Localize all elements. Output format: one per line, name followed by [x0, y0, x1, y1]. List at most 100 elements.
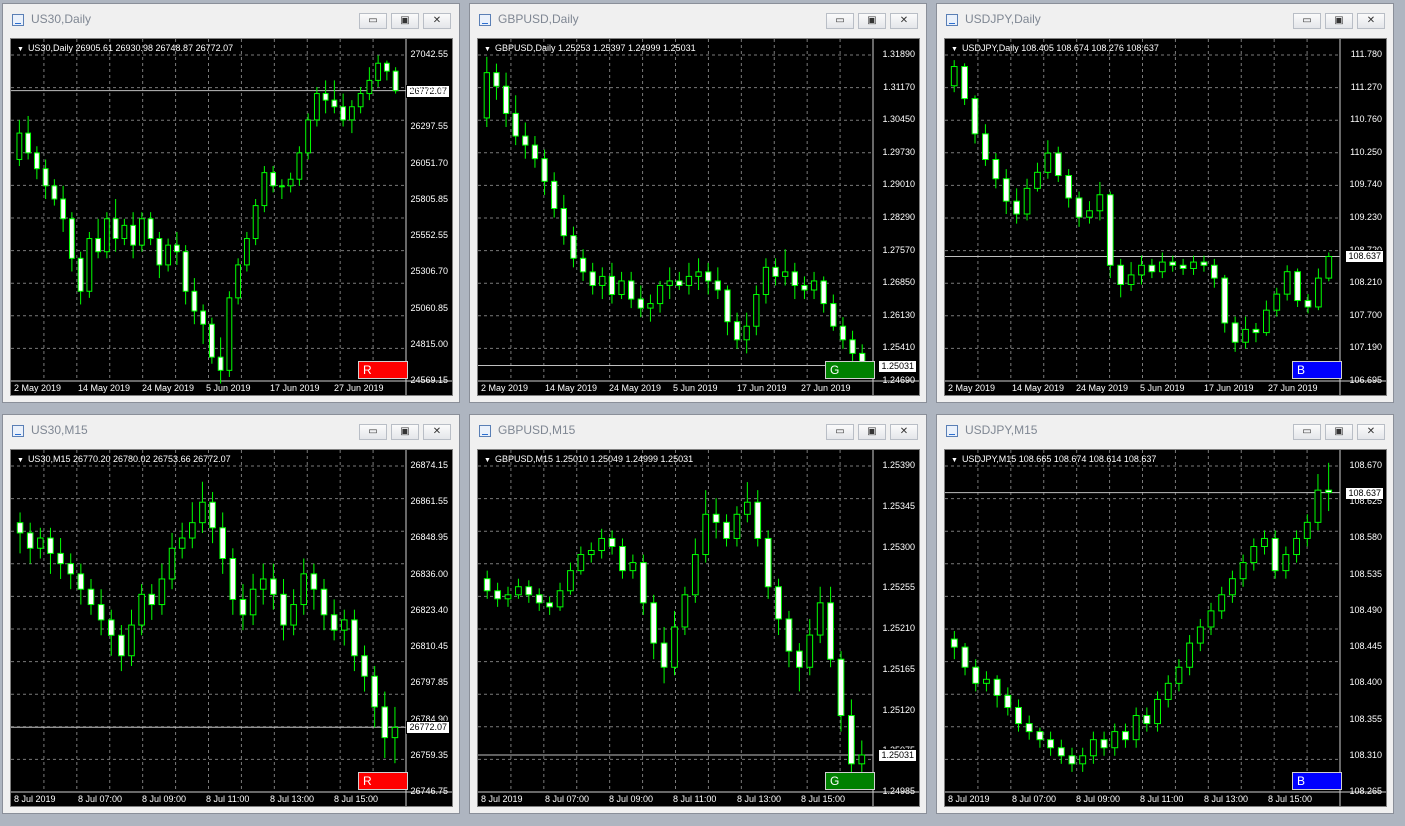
dropdown-arrow-icon[interactable]: ▼: [17, 46, 24, 53]
chart-area[interactable]: ▼ GBPUSD,Daily 1.25253 1.25397 1.24999 1.…: [477, 38, 920, 396]
candle-bear: [650, 602, 658, 644]
candle-bull: [1132, 715, 1140, 741]
chart-area[interactable]: ▼ GBPUSD,M15 1.25010 1.25049 1.24999 1.25…: [477, 449, 920, 807]
y-axis-label: 111.780: [1350, 49, 1382, 59]
candle-bull: [121, 224, 128, 240]
candle-bull: [1261, 537, 1268, 547]
minimize-button[interactable]: ▭: [1293, 13, 1321, 29]
candle-bear: [724, 289, 731, 323]
candle-bear: [1122, 731, 1129, 741]
color-button[interactable]: G: [825, 361, 875, 379]
dropdown-arrow-icon[interactable]: ▼: [484, 46, 491, 53]
x-axis-label: 8 Jul 07:00: [545, 794, 590, 804]
y-axis-label: 25805.85: [410, 193, 448, 204]
chart-window[interactable]: USDJPY,Daily ▭ ▣ ✕ ▼ USDJPY,Daily 108.405…: [936, 3, 1394, 403]
chart-window[interactable]: GBPUSD,Daily ▭ ▣ ✕ ▼ GBPUSD,Daily 1.25253…: [469, 3, 927, 403]
maximize-button[interactable]: ▣: [1325, 13, 1353, 29]
color-button[interactable]: B: [1292, 361, 1342, 379]
candle-bull: [702, 513, 710, 556]
window-titlebar[interactable]: US30,M15 ▭ ▣ ✕: [3, 415, 459, 445]
minimize-button[interactable]: ▭: [1293, 424, 1321, 440]
chart-area[interactable]: ▼ USDJPY,Daily 108.405 108.674 108.276 10…: [944, 38, 1387, 396]
y-axis-label: 108.265: [1349, 786, 1382, 796]
maximize-button[interactable]: ▣: [391, 13, 419, 29]
chart-window[interactable]: USDJPY,M15 ▭ ▣ ✕ ▼ USDJPY,M15 108.665 108…: [936, 414, 1394, 814]
chart-info: ▼ US30,Daily 26905.61 26930.98 26748.87 2…: [17, 43, 233, 53]
color-button[interactable]: G: [825, 772, 875, 790]
candle-bull: [37, 537, 44, 549]
y-axis-label: 26746.75: [410, 786, 448, 796]
window-titlebar[interactable]: GBPUSD,Daily ▭ ▣ ✕: [470, 4, 926, 34]
window-title: GBPUSD,M15: [498, 423, 576, 437]
x-axis-label: 27 Jun 2019: [1268, 383, 1318, 393]
candle-bear: [1148, 264, 1156, 273]
chart-window[interactable]: US30,M15 ▭ ▣ ✕ ▼ US30,M15 26770.20 26780.…: [2, 414, 460, 814]
candle-bear: [25, 132, 32, 154]
dropdown-arrow-icon[interactable]: ▼: [951, 457, 958, 464]
candle-bull: [243, 238, 250, 266]
close-button[interactable]: ✕: [423, 424, 451, 440]
candle-bear: [531, 144, 539, 160]
candle-bear: [849, 339, 856, 354]
chart-window[interactable]: GBPUSD,M15 ▭ ▣ ✕ ▼ GBPUSD,M15 1.25010 1.2…: [469, 414, 927, 814]
y-axis-label: 108.580: [1349, 532, 1382, 543]
candle-bear: [546, 602, 553, 608]
close-button[interactable]: ✕: [1357, 424, 1385, 440]
candle-bear: [1200, 261, 1208, 266]
close-button[interactable]: ✕: [1357, 13, 1385, 29]
window-titlebar[interactable]: USDJPY,Daily ▭ ▣ ✕: [937, 4, 1393, 34]
window-titlebar[interactable]: US30,Daily ▭ ▣ ✕: [3, 4, 459, 34]
dropdown-arrow-icon[interactable]: ▼: [951, 46, 958, 53]
chart-area[interactable]: ▼ US30,Daily 26905.61 26930.98 26748.87 2…: [10, 38, 453, 396]
close-button[interactable]: ✕: [890, 13, 918, 29]
chart-info-text: US30,Daily 26905.61 26930.98 26748.87 26…: [27, 43, 234, 53]
candle-bull: [1273, 293, 1281, 311]
chart-area[interactable]: ▼ USDJPY,M15 108.665 108.674 108.614 108.…: [944, 449, 1387, 807]
minimize-button[interactable]: ▭: [359, 13, 387, 29]
y-axis-label: 26543.40: [410, 85, 448, 96]
candle-bull: [1207, 610, 1215, 628]
x-axis-label: 8 Jul 15:00: [334, 794, 379, 804]
dropdown-arrow-icon[interactable]: ▼: [484, 457, 491, 464]
candle-bear: [982, 133, 989, 160]
candle-bull: [587, 550, 595, 556]
color-button[interactable]: R: [358, 772, 408, 790]
chart-window[interactable]: US30,Daily ▭ ▣ ✕ ▼ US30,Daily 26905.61 26…: [2, 3, 460, 403]
candle-bull: [1282, 554, 1290, 572]
candle-bear: [383, 62, 390, 72]
candle-bear: [361, 655, 368, 677]
dropdown-arrow-icon[interactable]: ▼: [17, 457, 24, 464]
maximize-button[interactable]: ▣: [1325, 424, 1353, 440]
candle-bull: [1314, 489, 1322, 523]
window-titlebar[interactable]: GBPUSD,M15 ▭ ▣ ✕: [470, 415, 926, 445]
candle-bull: [1250, 545, 1258, 564]
candle-bear: [772, 266, 779, 277]
minimize-button[interactable]: ▭: [826, 424, 854, 440]
color-button[interactable]: R: [358, 361, 408, 379]
candle-bear: [97, 604, 105, 621]
chart-info-text: USDJPY,M15 108.665 108.674 108.614 108.6…: [961, 454, 1157, 464]
candle-bull: [666, 280, 673, 286]
maximize-button[interactable]: ▣: [391, 424, 419, 440]
minimize-button[interactable]: ▭: [359, 424, 387, 440]
x-axis-label: 8 Jul 2019: [948, 794, 990, 804]
minimize-button[interactable]: ▭: [826, 13, 854, 29]
y-axis-label: 1.28290: [882, 212, 915, 222]
candle-bull: [733, 513, 741, 539]
candle-bear: [961, 66, 968, 100]
x-axis-label: 14 May 2019: [545, 383, 598, 393]
maximize-button[interactable]: ▣: [858, 424, 886, 440]
candle-bear: [322, 93, 329, 101]
close-button[interactable]: ✕: [423, 13, 451, 29]
chart-area[interactable]: ▼ US30,M15 26770.20 26780.02 26753.66 267…: [10, 449, 453, 807]
candle-bull: [629, 562, 637, 572]
candle-bull: [348, 106, 355, 121]
maximize-button[interactable]: ▣: [858, 13, 886, 29]
close-button[interactable]: ✕: [890, 424, 918, 440]
window-titlebar[interactable]: USDJPY,M15 ▭ ▣ ✕: [937, 415, 1393, 445]
y-axis-label: 110.250: [1350, 146, 1382, 157]
color-button[interactable]: B: [1292, 772, 1342, 790]
chart-window-icon: [12, 425, 24, 437]
candlestick-chart: [11, 39, 452, 395]
candle-bull: [296, 152, 303, 180]
